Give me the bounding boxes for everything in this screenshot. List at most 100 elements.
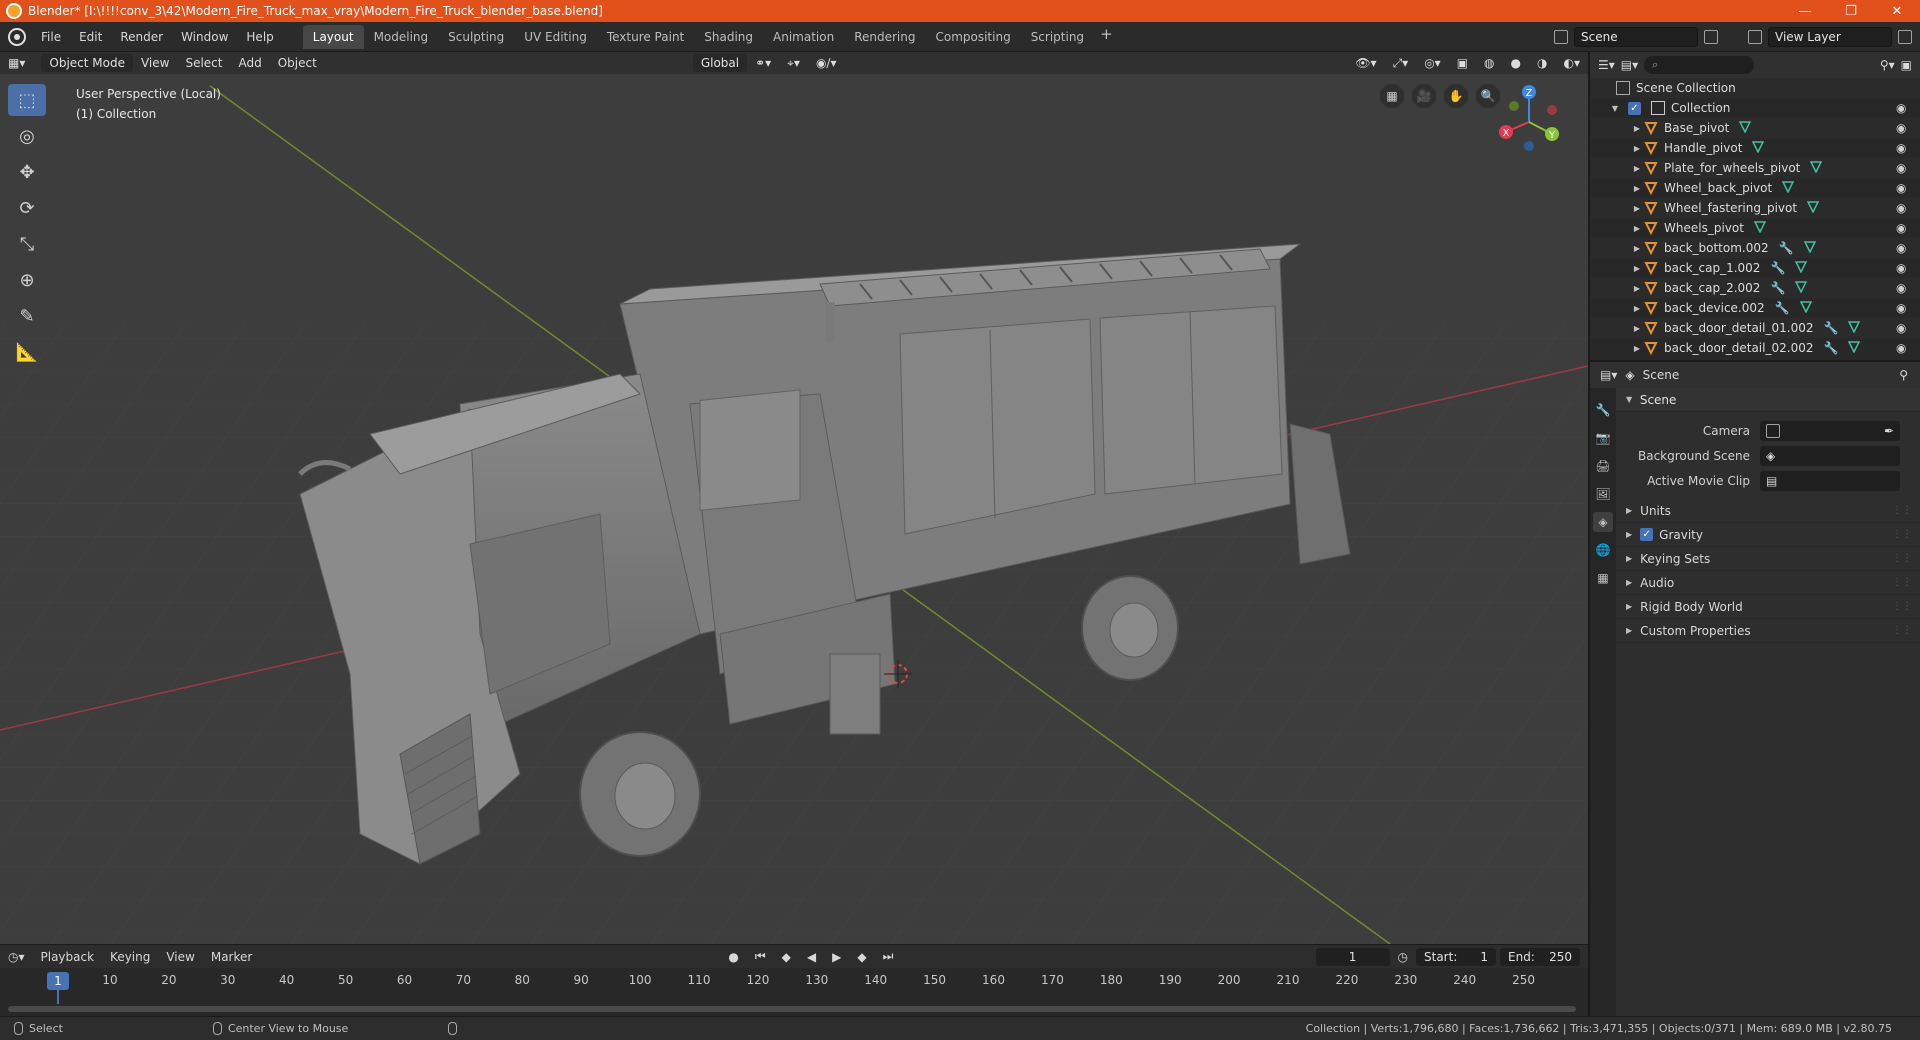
- xray-icon[interactable]: ▣: [1449, 54, 1476, 72]
- timeline-editor-type-icon[interactable]: ◷▾: [0, 950, 33, 964]
- drag-grip-icon[interactable]: ⋮⋮: [1892, 601, 1912, 612]
- mesh-data-icon[interactable]: [1739, 120, 1752, 136]
- scale-tool-icon[interactable]: ⤡: [8, 228, 46, 260]
- tab-rendering[interactable]: Rendering: [844, 25, 925, 49]
- visibility-eye-icon[interactable]: ◉: [1896, 221, 1910, 235]
- audio-panel[interactable]: ▶ Audio ⋮⋮: [1616, 571, 1920, 595]
- expand-arrow-icon[interactable]: ▶: [1590, 284, 1640, 293]
- select-box-tool-icon[interactable]: ⬚: [8, 84, 46, 116]
- mesh-data-icon[interactable]: [1799, 300, 1812, 316]
- drag-grip-icon[interactable]: ⋮⋮: [1892, 553, 1912, 564]
- tab-scripting[interactable]: Scripting: [1021, 25, 1094, 49]
- menu-keying[interactable]: Keying: [102, 950, 158, 964]
- expand-arrow-icon[interactable]: ▶: [1590, 344, 1640, 353]
- mode-dropdown[interactable]: Object Mode: [41, 54, 133, 72]
- grid-view-icon[interactable]: ▦: [1380, 84, 1404, 108]
- minimize-button[interactable]: —: [1782, 0, 1828, 22]
- visibility-eye-icon[interactable]: ◉: [1896, 201, 1910, 215]
- tab-modeling[interactable]: Modeling: [364, 25, 439, 49]
- gravity-checkbox[interactable]: ✓: [1640, 528, 1654, 541]
- collection-expand-icon[interactable]: ▼: [1590, 104, 1618, 113]
- start-frame-field[interactable]: Start: 1: [1416, 947, 1496, 966]
- jump-start-icon[interactable]: ⏮: [747, 949, 774, 964]
- mesh-data-icon[interactable]: [1803, 240, 1816, 256]
- playhead-frame[interactable]: 1: [47, 972, 69, 990]
- filter-icon[interactable]: ⚲▾: [1880, 58, 1895, 72]
- shading-solid-icon[interactable]: ●: [1503, 54, 1529, 72]
- record-icon[interactable]: ●: [720, 950, 746, 964]
- axis-orientation-gizmo[interactable]: Z X Y: [1494, 84, 1564, 154]
- tab-compositing[interactable]: Compositing: [925, 25, 1020, 49]
- maximize-button[interactable]: ❐: [1828, 0, 1874, 22]
- outliner-object-row[interactable]: ▶ Base_pivot ◉: [1590, 118, 1920, 138]
- menu-render[interactable]: Render: [111, 30, 172, 44]
- collection-checkbox[interactable]: ✓: [1628, 101, 1641, 115]
- proportional-edit-icon[interactable]: ◉∕▾: [808, 54, 845, 72]
- outliner-object-row[interactable]: ▶ Plate_for_wheels_pivot ◉: [1590, 158, 1920, 178]
- visibility-eye-icon[interactable]: ◉: [1896, 161, 1910, 175]
- menu-file[interactable]: File: [32, 30, 70, 44]
- menu-object[interactable]: Object: [270, 54, 325, 72]
- camera-field[interactable]: ✒: [1760, 420, 1900, 441]
- visibility-eye-icon[interactable]: ◉: [1896, 341, 1910, 355]
- new-view-layer-icon[interactable]: [1898, 29, 1912, 44]
- tab-layout[interactable]: Layout: [302, 24, 364, 49]
- outliner-object-row[interactable]: ▶ back_door_detail_01.002 🔧 ◉: [1590, 318, 1920, 338]
- outliner-object-row[interactable]: ▶ Wheel_fastering_pivot ◉: [1590, 198, 1920, 218]
- drag-grip-icon[interactable]: ⋮⋮: [1892, 529, 1912, 540]
- modifier-wrench-icon[interactable]: 🔧: [1770, 281, 1785, 295]
- collection-row[interactable]: ▼ ✓ Collection ◉: [1590, 98, 1920, 118]
- menu-edit[interactable]: Edit: [70, 30, 111, 44]
- outliner-object-row[interactable]: ▶ back_cap_2.002 🔧 ◉: [1590, 278, 1920, 298]
- scene-collection-row[interactable]: Scene Collection: [1590, 78, 1920, 98]
- tab-sculpting[interactable]: Sculpting: [438, 25, 514, 49]
- new-scene-icon[interactable]: [1704, 29, 1718, 44]
- view-layer-field[interactable]: View Layer: [1768, 26, 1892, 47]
- neg-z-handle[interactable]: [1524, 141, 1534, 151]
- visibility-eye-icon[interactable]: ◉: [1896, 141, 1910, 155]
- gravity-panel[interactable]: ▶ ✓ Gravity ⋮⋮: [1616, 523, 1920, 547]
- keying-sets-panel[interactable]: ▶ Keying Sets ⋮⋮: [1616, 547, 1920, 571]
- background-scene-field[interactable]: ◈: [1760, 445, 1900, 466]
- outliner-object-row[interactable]: ▶ back_bottom.002 🔧 ◉: [1590, 238, 1920, 258]
- snap-icon[interactable]: ⌖▾: [779, 54, 808, 73]
- prev-keyframe-icon[interactable]: ◆: [774, 950, 799, 964]
- gizmo-icon[interactable]: ⤢▾: [1385, 54, 1417, 73]
- close-button[interactable]: ✕: [1874, 0, 1920, 22]
- outliner-object-row[interactable]: ▶ back_cap_1.002 🔧 ◉: [1590, 258, 1920, 278]
- overlay-icon[interactable]: ◎▾: [1416, 54, 1449, 72]
- rotate-tool-icon[interactable]: ⟳: [8, 192, 46, 224]
- current-frame-field[interactable]: 1: [1315, 947, 1390, 966]
- play-icon[interactable]: ▶: [824, 950, 849, 964]
- mesh-data-icon[interactable]: [1795, 260, 1808, 276]
- modifier-wrench-icon[interactable]: 🔧: [1775, 301, 1790, 315]
- expand-arrow-icon[interactable]: ▶: [1590, 304, 1640, 313]
- texture-tab-icon[interactable]: ▦: [1593, 568, 1613, 588]
- pin-icon[interactable]: ⚲: [1899, 368, 1908, 382]
- shading-rendered-icon[interactable]: ◐▾: [1556, 54, 1589, 72]
- visibility-eye-icon[interactable]: ◉: [1896, 261, 1910, 275]
- clock-icon[interactable]: ◷: [1390, 950, 1416, 964]
- transform-orientation-dropdown[interactable]: Global: [692, 54, 748, 72]
- render-tab-icon[interactable]: 📷: [1593, 428, 1613, 448]
- menu-view[interactable]: View: [133, 54, 177, 72]
- tab-texture-paint[interactable]: Texture Paint: [597, 25, 694, 49]
- mesh-data-icon[interactable]: [1848, 340, 1861, 356]
- scene-tab-icon[interactable]: ◈: [1593, 512, 1613, 532]
- play-reverse-icon[interactable]: ◀: [799, 950, 824, 964]
- timeline[interactable]: 1 10 20 30 40 50 60 70 80 90 100 110 120 130 140 150 16…: [0, 968, 1588, 1016]
- tool-tab-icon[interactable]: 🔧: [1593, 400, 1613, 420]
- eyedropper-icon[interactable]: ✒: [1884, 424, 1894, 438]
- outliner-object-row[interactable]: ▶ Handle_pivot ◉: [1590, 138, 1920, 158]
- drag-grip-icon[interactable]: ⋮⋮: [1892, 577, 1912, 588]
- outliner-object-row[interactable]: ▶ Wheels_pivot ◉: [1590, 218, 1920, 238]
- scene-panel-header[interactable]: ▼ Scene: [1616, 388, 1920, 412]
- pivot-icon[interactable]: ⚭▾: [747, 54, 779, 72]
- mesh-data-icon[interactable]: [1810, 160, 1823, 176]
- visibility-eye-icon[interactable]: ◉: [1896, 121, 1910, 135]
- expand-arrow-icon[interactable]: ▶: [1590, 324, 1640, 333]
- visibility-eye-icon[interactable]: ◉: [1896, 241, 1910, 255]
- frame-ruler[interactable]: 1 10 20 30 40 50 60 70 80 90 100 110 120 130 140 150 16…: [0, 972, 1588, 990]
- mesh-data-icon[interactable]: [1752, 140, 1765, 156]
- neg-y-handle[interactable]: [1509, 101, 1519, 111]
